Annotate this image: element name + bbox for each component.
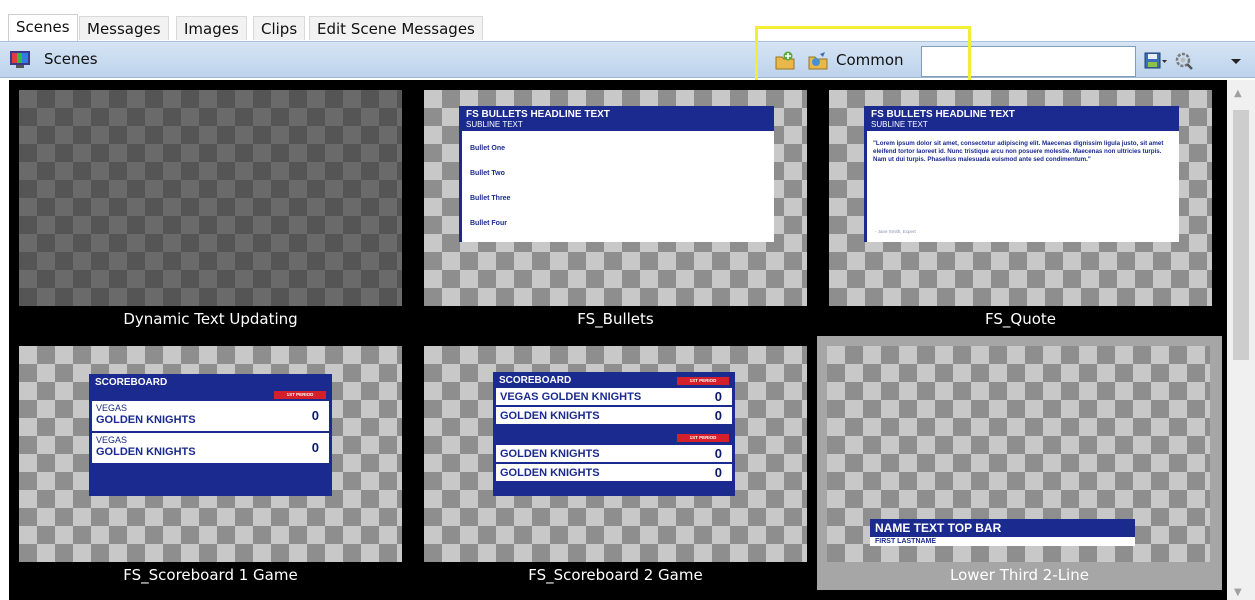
settings-search-icon[interactable] (1174, 51, 1194, 70)
team-name: GOLDEN KNIGHTS (500, 410, 600, 422)
team-row: VEGAS GOLDEN KNIGHTS 0 (496, 388, 732, 405)
bullet-text: Bullet Three (470, 195, 511, 202)
graphic-subline: SUBLINE TEXT (466, 120, 523, 129)
tab-scenes[interactable]: Scenes (8, 14, 78, 41)
scoreboard-graphic: SCOREBOARD 1ST PERIOD VEGAS GOLDEN KNIGH… (493, 372, 735, 496)
add-folder-icon[interactable] (775, 51, 795, 70)
team-name: GOLDEN KNIGHTS (500, 467, 600, 479)
scene-grid: Dynamic Text Updating FS BULLETS HEADLIN… (9, 80, 1227, 600)
team-score: 0 (714, 408, 722, 423)
lower-third-top-bar: NAME TEXT TOP BAR (870, 519, 1135, 537)
scoreboard-title: SCOREBOARD (95, 377, 168, 388)
team-score: 0 (714, 465, 722, 480)
scenes-header: Scenes Common (0, 41, 1255, 78)
tab-messages[interactable]: Messages (79, 16, 169, 40)
graphic-headline: FS BULLETS HEADLINE TEXT (466, 109, 610, 120)
scroll-thumb[interactable] (1233, 110, 1249, 360)
period-badge: 1ST PERIOD (677, 434, 729, 442)
quote-graphic: FS BULLETS HEADLINE TEXT SUBLINE TEXT "L… (864, 106, 1179, 242)
common-filter-label[interactable]: Common (836, 51, 904, 69)
search-input[interactable] (921, 46, 1136, 77)
team-row: GOLDEN KNIGHTS 0 (496, 445, 732, 462)
scene-thumbnail: SCOREBOARD 1ST PERIOD VEGAS GOLDEN KNIGH… (424, 346, 807, 562)
tab-images[interactable]: Images (176, 16, 247, 40)
team-score: 0 (714, 446, 722, 461)
team-score: 0 (714, 389, 722, 404)
scene-name: FS_Scoreboard 1 Game (123, 566, 298, 584)
scene-thumbnail: NAME TEXT TOP BAR FIRST LASTNAME (827, 346, 1210, 562)
scene-tile[interactable]: SCOREBOARD 1ST PERIOD VEGAS GOLDEN KNIGH… (9, 336, 412, 590)
team-city: VEGAS (96, 435, 128, 445)
bullets-graphic: FS BULLETS HEADLINE TEXT SUBLINE TEXT Bu… (459, 106, 774, 242)
scoreboard-graphic: SCOREBOARD 1ST PERIOD VEGAS GOLDEN KNIGH… (89, 374, 332, 496)
team-row: VEGAS GOLDEN KNIGHTS 0 (92, 401, 329, 431)
scene-thumbnail (19, 90, 402, 306)
period-badge: 1ST PERIOD (274, 391, 326, 399)
scroll-down-icon[interactable]: ▼ (1234, 587, 1242, 598)
team-row: GOLDEN KNIGHTS 0 (496, 407, 732, 424)
tab-bar: Scenes Messages Images Clips Edit Scene … (0, 0, 1255, 41)
bullet-text: Bullet Two (470, 170, 505, 177)
scene-name: Lower Third 2-Line (950, 566, 1089, 584)
quote-attribution: - Jane Smith, Expert (875, 229, 916, 234)
scene-name: Dynamic Text Updating (123, 310, 298, 328)
team-row: VEGAS GOLDEN KNIGHTS 0 (92, 433, 329, 463)
lower-third-graphic: NAME TEXT TOP BAR FIRST LASTNAME (870, 519, 1135, 546)
tab-edit-scene-messages[interactable]: Edit Scene Messages (309, 16, 483, 40)
scene-thumbnail: FS BULLETS HEADLINE TEXT SUBLINE TEXT Bu… (424, 90, 807, 306)
edit-folder-icon[interactable] (808, 51, 828, 70)
scene-thumbnail: FS BULLETS HEADLINE TEXT SUBLINE TEXT "L… (829, 90, 1212, 306)
graphic-subline: SUBLINE TEXT (871, 120, 928, 129)
scene-name: FS_Bullets (577, 310, 654, 328)
save-dropdown-icon[interactable] (1144, 51, 1168, 70)
scene-tile[interactable]: FS BULLETS HEADLINE TEXT SUBLINE TEXT Bu… (414, 80, 817, 334)
lower-third-bottom-bar: FIRST LASTNAME (870, 537, 1135, 546)
team-name: VEGAS GOLDEN KNIGHTS (500, 391, 642, 403)
graphic-headline: FS BULLETS HEADLINE TEXT (871, 109, 1015, 120)
team-city: VEGAS (96, 403, 128, 413)
team-row: GOLDEN KNIGHTS 0 (496, 464, 732, 481)
quote-text: "Lorem ipsum dolor sit amet, consectetur… (873, 140, 1164, 163)
bullet-text: Bullet One (470, 145, 506, 152)
scenes-color-icon (10, 51, 30, 68)
team-score: 0 (311, 408, 319, 423)
header-title: Scenes (44, 50, 98, 68)
scoreboard-title: SCOREBOARD (499, 375, 572, 386)
scroll-up-icon[interactable]: ▲ (1234, 88, 1242, 99)
tab-clips[interactable]: Clips (253, 16, 306, 40)
scene-tile[interactable]: Dynamic Text Updating (9, 80, 412, 334)
graphic-header: FS BULLETS HEADLINE TEXT SUBLINE TEXT (462, 106, 774, 131)
team-name: GOLDEN KNIGHTS (500, 448, 600, 460)
scene-thumbnail: SCOREBOARD 1ST PERIOD VEGAS GOLDEN KNIGH… (19, 346, 402, 562)
team-name: GOLDEN KNIGHTS (96, 446, 196, 458)
graphic-header: FS BULLETS HEADLINE TEXT SUBLINE TEXT (867, 106, 1179, 131)
scene-name: FS_Scoreboard 2 Game (528, 566, 703, 584)
scene-tile[interactable]: SCOREBOARD 1ST PERIOD VEGAS GOLDEN KNIGH… (414, 336, 817, 590)
team-name: GOLDEN KNIGHTS (96, 414, 196, 426)
scene-name: FS_Quote (985, 310, 1056, 328)
bullet-text: Bullet Four (470, 220, 507, 227)
scene-tile-selected[interactable]: NAME TEXT TOP BAR FIRST LASTNAME Lower T… (817, 336, 1222, 590)
scene-tile[interactable]: FS BULLETS HEADLINE TEXT SUBLINE TEXT "L… (819, 80, 1222, 334)
period-badge: 1ST PERIOD (677, 377, 729, 385)
vertical-scrollbar[interactable]: ▲ ▼ (1227, 80, 1255, 600)
team-score: 0 (311, 440, 319, 455)
dropdown-arrow-icon[interactable] (1229, 51, 1243, 70)
